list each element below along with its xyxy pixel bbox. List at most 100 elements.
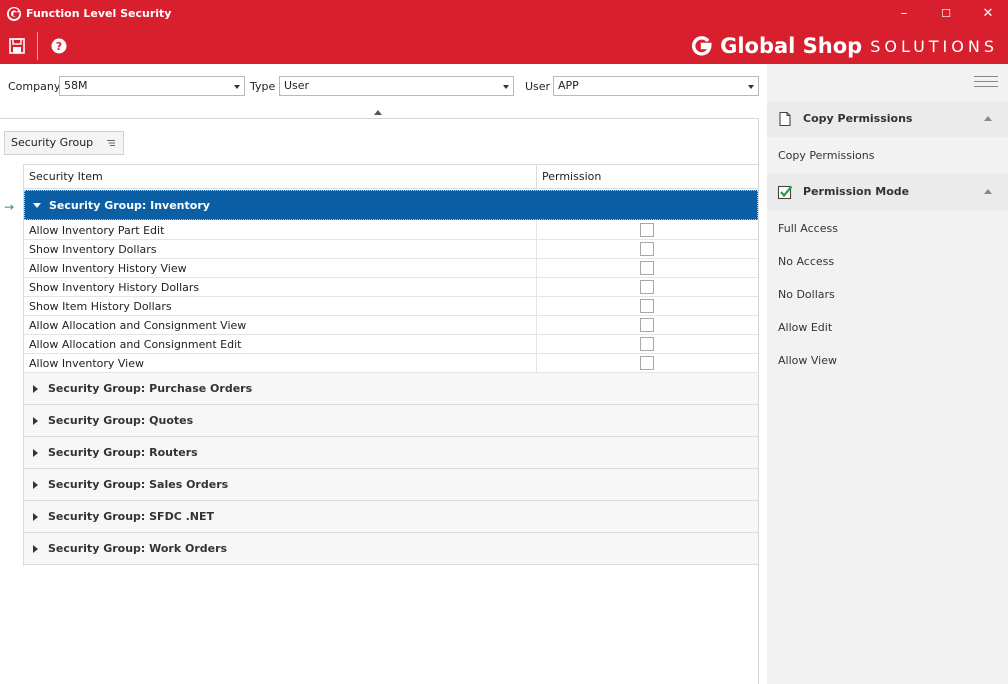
mode-allow-view[interactable]: Allow View [778,354,837,367]
table-row[interactable]: Allow Inventory Part Edit [24,221,758,240]
type-label: Type [250,80,276,93]
table-row[interactable]: Allow Allocation and Consignment Edit [24,335,758,354]
group-row-quotes[interactable]: Security Group: Quotes [24,405,758,437]
mode-allow-edit[interactable]: Allow Edit [778,321,832,334]
document-icon [779,111,791,127]
column-header-security-item[interactable]: Security Item [24,164,537,189]
company-select[interactable]: 58M [59,76,245,96]
group-row-label: Security Group: Routers [48,446,198,459]
group-row-label: Security Group: Quotes [48,414,194,427]
cell-divider [536,221,537,240]
cell-divider [536,316,537,335]
permission-checkbox[interactable] [640,299,654,313]
current-row-arrow-icon: → [4,200,15,214]
group-row-purchase-orders[interactable]: Security Group: Purchase Orders [24,373,758,405]
group-row-work-orders[interactable]: Security Group: Work Orders [24,533,758,565]
expand-arrow-icon[interactable] [33,417,38,425]
permission-checkbox[interactable] [640,356,654,370]
menu-icon[interactable] [974,76,998,88]
chevron-down-icon [503,85,509,89]
row-indicator-column [0,164,24,566]
group-row-label: Security Group: Sales Orders [48,478,229,491]
collapse-filter-icon[interactable] [374,110,382,115]
table-row[interactable]: Allow Allocation and Consignment View [24,316,758,335]
copy-permissions-header[interactable]: Copy Permissions [767,101,1008,137]
svg-text:?: ? [56,40,62,53]
mode-full-access[interactable]: Full Access [778,222,838,235]
permission-checkbox[interactable] [640,261,654,275]
group-by-chip[interactable]: Security Group [4,131,124,155]
chevron-down-icon [234,85,240,89]
close-button[interactable]: ✕ [968,2,1008,26]
brand-g-icon [692,36,712,56]
table-row[interactable]: Show Inventory History Dollars [24,278,758,297]
permission-checkbox[interactable] [640,242,654,256]
sort-icon [107,140,115,146]
cell-divider [536,335,537,354]
copy-permissions-action[interactable]: Copy Permissions [778,149,874,162]
table-row[interactable]: Allow Inventory History View [24,259,758,278]
user-select[interactable]: APP [553,76,759,96]
title-bar: Function Level Security – ☐ ✕ [0,0,1008,28]
brand-tagline: SOLUTIONS [870,36,998,56]
toolbar-separator [37,32,38,60]
group-row-label: Security Group: Work Orders [48,542,228,555]
group-row-sales-orders[interactable]: Security Group: Sales Orders [24,469,758,501]
help-icon[interactable]: ? [49,36,69,56]
expand-arrow-icon[interactable] [33,203,41,208]
permission-mode-header[interactable]: Permission Mode [767,174,1008,210]
type-value: User [284,79,310,92]
brand-logo: Global Shop SOLUTIONS [690,33,998,59]
collapse-caret-icon[interactable] [984,189,992,194]
group-row-label: Security Group: Purchase Orders [48,382,253,395]
mode-no-dollars[interactable]: No Dollars [778,288,835,301]
window-title: Function Level Security [26,7,172,20]
chevron-down-icon [748,85,754,89]
permission-checkbox[interactable] [640,280,654,294]
security-item-cell: Allow Inventory History View [29,262,187,275]
save-icon[interactable] [7,36,27,56]
group-by-label: Security Group [11,136,94,149]
expand-arrow-icon[interactable] [33,481,38,489]
table-row[interactable]: Allow Inventory View [24,354,758,373]
checkbox-checked-icon [777,185,793,200]
table-row[interactable]: Show Item History Dollars [24,297,758,316]
expand-arrow-icon[interactable] [33,513,38,521]
cell-divider [536,259,537,278]
group-row-label: Security Group: SFDC .NET [48,510,215,523]
cell-divider [536,278,537,297]
column-header-permission[interactable]: Permission [537,164,758,189]
expand-arrow-icon[interactable] [33,545,38,553]
copy-permissions-title: Copy Permissions [803,112,913,125]
expand-arrow-icon[interactable] [33,385,38,393]
permission-checkbox[interactable] [640,337,654,351]
group-row-inventory[interactable]: Security Group: Inventory [24,190,758,220]
company-label: Company [8,80,61,93]
user-value: APP [558,79,579,92]
security-grid: Security Group Security Item Permission … [0,118,759,684]
actions-panel: Copy Permissions Copy Permissions Permis… [767,64,1008,684]
security-item-cell: Allow Allocation and Consignment View [29,319,247,332]
group-row-sfdc-net[interactable]: Security Group: SFDC .NET [24,501,758,533]
permission-checkbox[interactable] [640,223,654,237]
security-item-cell: Show Inventory History Dollars [29,281,200,294]
security-item-cell: Show Inventory Dollars [29,243,157,256]
maximize-button[interactable]: ☐ [926,2,966,26]
permission-mode-title: Permission Mode [803,185,910,198]
company-value: 58M [64,79,88,92]
mode-no-access[interactable]: No Access [778,255,834,268]
user-label: User [525,80,551,93]
security-item-cell: Allow Inventory View [29,357,145,370]
group-row-routers[interactable]: Security Group: Routers [24,437,758,469]
app-logo-icon [7,7,21,21]
security-item-cell: Allow Allocation and Consignment Edit [29,338,242,351]
expand-arrow-icon[interactable] [33,449,38,457]
minimize-button[interactable]: – [884,2,924,26]
group-row-label: Security Group: Inventory [49,199,210,212]
collapse-caret-icon[interactable] [984,116,992,121]
brand-name: Global Shop [720,34,863,58]
table-row[interactable]: Show Inventory Dollars [24,240,758,259]
permission-checkbox[interactable] [640,318,654,332]
type-select[interactable]: User [279,76,514,96]
cell-divider [536,297,537,316]
